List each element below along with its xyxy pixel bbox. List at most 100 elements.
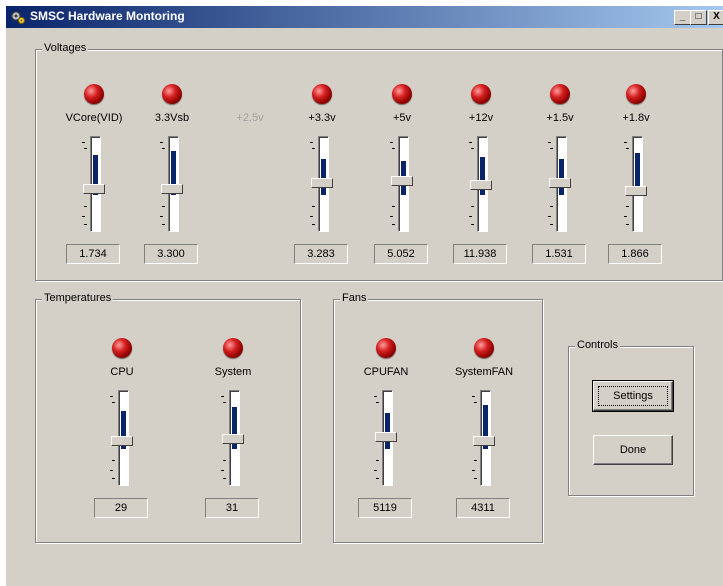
- slider-thumb[interactable]: [391, 176, 413, 186]
- slider-tick: [162, 224, 165, 225]
- level-slider[interactable]: [625, 136, 647, 232]
- slider-tick: [223, 478, 226, 479]
- slider-tick: [110, 396, 113, 397]
- slider-tick: [469, 216, 472, 217]
- alarm-led-icon: [223, 338, 243, 358]
- slider-tick: [624, 216, 627, 217]
- slider-thumb[interactable]: [375, 432, 397, 442]
- sensor-value: 5.052: [374, 244, 428, 264]
- voltages-sensor: +1.5v 1.531: [520, 84, 600, 264]
- slider-thumb[interactable]: [549, 178, 571, 188]
- level-slider[interactable]: [311, 136, 333, 232]
- slider-tick: [312, 148, 315, 149]
- slider-tick: [110, 470, 113, 471]
- slider-tick: [392, 206, 395, 207]
- close-button[interactable]: X: [708, 10, 723, 25]
- slider-tick: [112, 402, 115, 403]
- slider-tick: [112, 478, 115, 479]
- slider-tick: [112, 460, 115, 461]
- fans-sensor: CPUFAN 5119: [346, 338, 426, 518]
- slider-thumb[interactable]: [470, 180, 492, 190]
- slider-thumb[interactable]: [222, 434, 244, 444]
- slider-tick: [471, 206, 474, 207]
- voltages-sensor: +5v 5.052: [362, 84, 442, 264]
- alarm-led-icon: [392, 84, 412, 104]
- alarm-led-icon: [474, 338, 494, 358]
- slider-tick: [82, 216, 85, 217]
- slider-thumb[interactable]: [625, 186, 647, 196]
- sensor-label: +12v: [468, 112, 494, 124]
- level-slider[interactable]: [375, 390, 397, 486]
- controls-group: Controls Settings Done: [568, 339, 694, 496]
- fans-sensor: SystemFAN 4311: [444, 338, 524, 518]
- fans-group: Fans CPUFAN 5119 SystemFAN 4311: [333, 292, 543, 543]
- done-button[interactable]: Done: [593, 435, 673, 465]
- slider-tick: [548, 216, 551, 217]
- slider-thumb[interactable]: [111, 436, 133, 446]
- level-slider[interactable]: [470, 136, 492, 232]
- sensor-value: 5119: [358, 498, 412, 518]
- slider-tick: [223, 460, 226, 461]
- level-slider[interactable]: [111, 390, 133, 486]
- slider-thumb[interactable]: [311, 178, 333, 188]
- sensor-label: +2.5v: [236, 112, 264, 124]
- slider-tick: [310, 142, 313, 143]
- level-slider[interactable]: [391, 136, 413, 232]
- app-window: SMSC Hardware Montoring _ □ X Voltages V…: [6, 6, 723, 586]
- level-slider[interactable]: [549, 136, 571, 232]
- slider-thumb[interactable]: [473, 436, 495, 446]
- slider-tick: [472, 396, 475, 397]
- sensor-label: CPU: [110, 366, 134, 378]
- slider-tick: [160, 216, 163, 217]
- slider-tick: [223, 402, 226, 403]
- minimize-button[interactable]: _: [674, 10, 691, 25]
- level-slider[interactable]: [161, 136, 183, 232]
- window-title: SMSC Hardware Montoring: [30, 9, 185, 23]
- slider-tick: [390, 142, 393, 143]
- slider-tick: [626, 148, 629, 149]
- level-fill: [321, 159, 326, 195]
- slider-tick: [162, 206, 165, 207]
- slider-tick: [392, 148, 395, 149]
- temperatures-group: Temperatures CPU 29 System 31: [35, 292, 301, 543]
- sensor-label: 3.3Vsb: [154, 112, 190, 124]
- voltages-group: Voltages VCore(VID) 1.734 3.3Vsb 3.300 +2.5v…: [35, 42, 723, 281]
- alarm-led-icon: [550, 84, 570, 104]
- slider-tick: [374, 470, 377, 471]
- slider-tick: [550, 148, 553, 149]
- sensor-label: +3.3v: [308, 112, 336, 124]
- alarm-led-icon: [626, 84, 646, 104]
- slider-thumb[interactable]: [161, 184, 183, 194]
- title-bar[interactable]: SMSC Hardware Montoring _ □ X: [6, 6, 723, 28]
- controls-group-label: Controls: [575, 339, 620, 351]
- slider-tick: [312, 206, 315, 207]
- slider-tick: [471, 148, 474, 149]
- slider-tick: [162, 148, 165, 149]
- settings-button[interactable]: Settings: [592, 380, 674, 412]
- level-slider[interactable]: [83, 136, 105, 232]
- sensor-value: 1.866: [608, 244, 662, 264]
- alarm-led-icon: [376, 338, 396, 358]
- level-slider[interactable]: [222, 390, 244, 486]
- sensor-label: +1.8v: [622, 112, 650, 124]
- sensor-value: 11.938: [453, 244, 507, 264]
- slider-tick: [84, 224, 87, 225]
- level-slider[interactable]: [473, 390, 495, 486]
- sensor-label: VCore(VID): [65, 112, 123, 124]
- maximize-button[interactable]: □: [690, 10, 707, 25]
- slider-tick: [624, 142, 627, 143]
- done-button-label: Done: [619, 444, 647, 456]
- slider-thumb[interactable]: [83, 184, 105, 194]
- slider-tick: [82, 142, 85, 143]
- sensor-label: CPUFAN: [363, 366, 409, 378]
- sensor-value: 1.734: [66, 244, 120, 264]
- voltages-sensor: +12v 11.938: [441, 84, 521, 264]
- focus-rect: [598, 386, 668, 406]
- temperatures-sensor: CPU 29: [82, 338, 162, 518]
- sensor-value: 29: [94, 498, 148, 518]
- slider-tick: [376, 460, 379, 461]
- slider-tick: [84, 148, 87, 149]
- slider-tick: [160, 142, 163, 143]
- sensor-label: SystemFAN: [454, 366, 514, 378]
- slider-tick: [312, 224, 315, 225]
